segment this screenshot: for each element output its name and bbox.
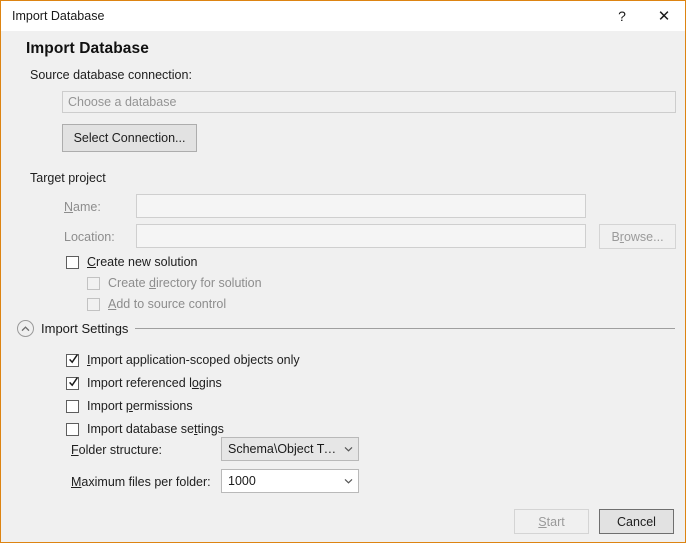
titlebar: Import Database ? ✕ (1, 1, 685, 31)
chevron-up-icon[interactable] (17, 320, 34, 337)
target-name-label: Name: (64, 200, 101, 214)
import-database-dialog: Import Database ? ✕ Import Database Sour… (0, 0, 686, 543)
import-permissions-checkbox[interactable] (66, 400, 79, 413)
close-button[interactable]: ✕ (643, 1, 685, 31)
import-settings-title: Import Settings (41, 321, 128, 336)
dialog-content: Import Database Source database connecti… (1, 31, 685, 542)
import-settings-header: Import Settings (17, 320, 675, 337)
max-files-label: Maximum files per folder: (71, 475, 211, 489)
help-button[interactable]: ? (601, 1, 643, 31)
import-app-scoped-label: Import application-scoped objects only (87, 353, 300, 367)
chevron-down-icon (338, 446, 358, 452)
create-new-solution-checkbox-row[interactable]: Create new solution (66, 255, 197, 269)
source-connection-input[interactable] (62, 91, 676, 113)
cancel-button[interactable]: Cancel (599, 509, 674, 534)
folder-structure-select[interactable]: Schema\Object Type (221, 437, 359, 461)
start-button-label: Start (538, 515, 564, 529)
import-referenced-logins-checkbox[interactable] (66, 377, 79, 390)
create-new-solution-checkbox[interactable] (66, 256, 79, 269)
target-project-label: Target project (30, 171, 106, 185)
page-title: Import Database (26, 40, 149, 58)
import-permissions-checkbox-row[interactable]: Import permissions (66, 399, 193, 413)
import-permissions-label: Import permissions (87, 399, 193, 413)
folder-structure-label: Folder structure: (71, 443, 162, 457)
import-referenced-logins-label: Import referenced logins (87, 376, 222, 390)
create-directory-checkbox[interactable] (87, 277, 100, 290)
source-connection-label: Source database connection: (30, 68, 192, 82)
browse-button-label: Browse... (611, 230, 663, 244)
max-files-select[interactable]: 1000 (221, 469, 359, 493)
chevron-down-icon-2 (338, 478, 358, 484)
import-database-settings-checkbox-row[interactable]: Import database settings (66, 422, 224, 436)
max-files-value: 1000 (222, 474, 338, 488)
import-app-scoped-checkbox[interactable] (66, 354, 79, 367)
target-location-input[interactable] (136, 224, 586, 248)
add-source-control-label: Add to source control (108, 297, 226, 311)
target-location-label: Location: (64, 230, 115, 244)
import-app-scoped-checkbox-row[interactable]: Import application-scoped objects only (66, 353, 300, 367)
add-source-control-checkbox-row[interactable]: Add to source control (87, 297, 226, 311)
create-new-solution-label: Create new solution (87, 255, 197, 269)
target-name-input[interactable] (136, 194, 586, 218)
browse-button[interactable]: Browse... (599, 224, 676, 249)
import-database-settings-label: Import database settings (87, 422, 224, 436)
create-directory-label: Create directory for solution (108, 276, 262, 290)
import-settings-divider (135, 328, 675, 329)
close-icon: ✕ (658, 9, 671, 24)
question-mark-icon: ? (618, 9, 626, 23)
start-button[interactable]: Start (514, 509, 589, 534)
select-connection-button[interactable]: Select Connection... (62, 124, 197, 152)
import-referenced-logins-checkbox-row[interactable]: Import referenced logins (66, 376, 222, 390)
folder-structure-value: Schema\Object Type (222, 442, 338, 456)
import-database-settings-checkbox[interactable] (66, 423, 79, 436)
create-directory-checkbox-row[interactable]: Create directory for solution (87, 276, 262, 290)
window-title: Import Database (1, 9, 104, 23)
add-source-control-checkbox[interactable] (87, 298, 100, 311)
